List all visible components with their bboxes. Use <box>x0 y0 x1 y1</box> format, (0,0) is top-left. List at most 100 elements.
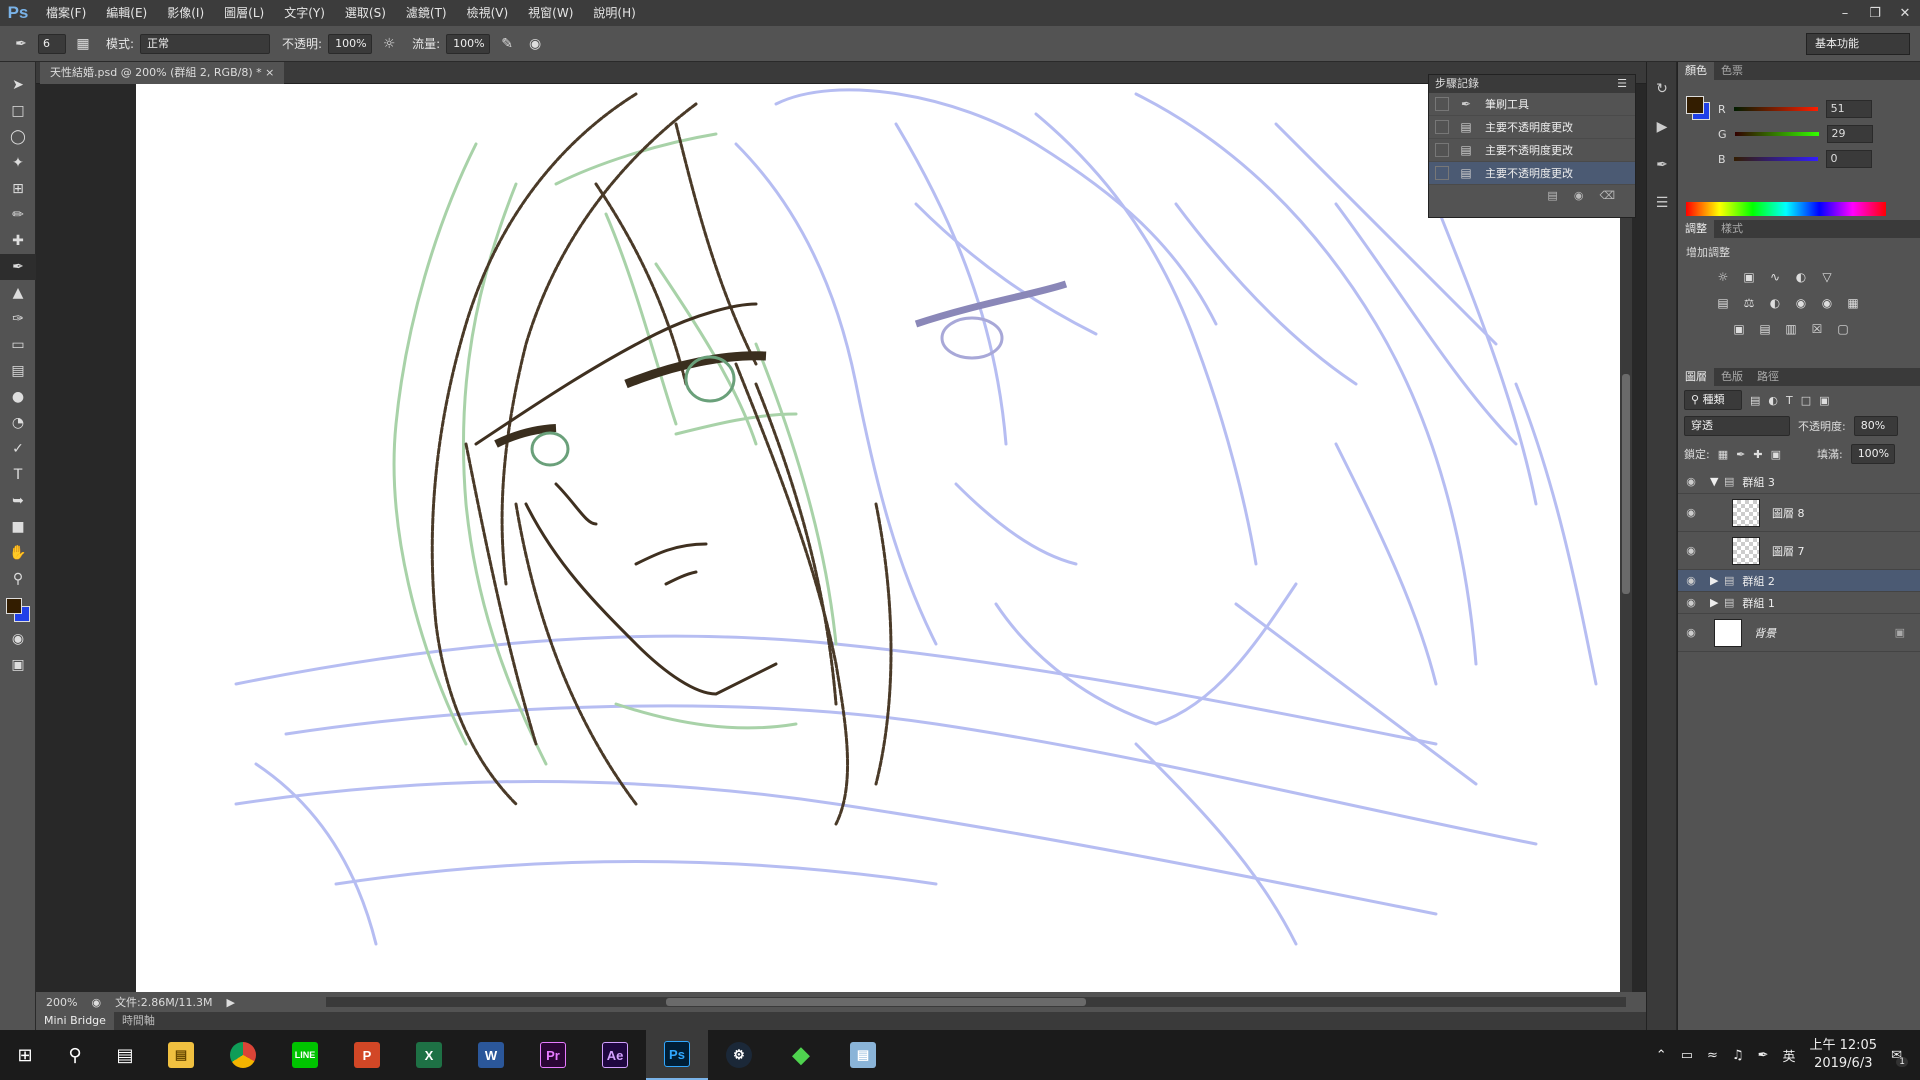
black-white-icon[interactable]: ◐ <box>1766 294 1784 312</box>
lasso-tool-icon[interactable]: ◯ <box>0 124 36 150</box>
premiere-icon[interactable]: Pr <box>522 1030 584 1080</box>
new-document-from-state-icon[interactable]: ▤ <box>1547 189 1557 202</box>
trash-icon[interactable]: ⌫ <box>1599 189 1615 202</box>
search-icon[interactable]: ⚲ <box>50 1030 100 1080</box>
history-snapshot-check[interactable] <box>1435 97 1449 111</box>
photo-filter-icon[interactable]: ◉ <box>1792 294 1810 312</box>
tab-layers[interactable]: 圖層 <box>1678 368 1714 386</box>
history-snapshot-check[interactable] <box>1435 143 1449 157</box>
eye-icon[interactable]: ◉ <box>1678 574 1704 587</box>
layer-filter-select[interactable]: ⚲ 種類 <box>1684 390 1742 410</box>
doc-info-icon[interactable]: ◉ <box>91 996 101 1009</box>
move-tool-icon[interactable]: ➤ <box>0 72 36 98</box>
lock-position-icon[interactable]: ✚ <box>1753 448 1762 461</box>
tab-timeline[interactable]: 時間軸 <box>114 1012 163 1030</box>
workspace-select[interactable]: 基本功能 <box>1806 33 1910 55</box>
channel-mixer-icon[interactable]: ◉ <box>1818 294 1836 312</box>
line-icon[interactable]: LINE <box>274 1030 336 1080</box>
marquee-tool-icon[interactable]: □ <box>0 98 36 124</box>
tab-styles[interactable]: 樣式 <box>1714 220 1750 238</box>
blue-slider[interactable] <box>1733 157 1818 161</box>
shape-tool-icon[interactable]: ■ <box>0 514 36 540</box>
menu-select[interactable]: 選取(S) <box>335 0 396 26</box>
color-lookup-icon[interactable]: ▦ <box>1844 294 1862 312</box>
menu-help[interactable]: 說明(H) <box>583 0 645 26</box>
filter-pixel-icon[interactable]: ▤ <box>1750 394 1760 407</box>
horizontal-scroll-thumb[interactable] <box>666 998 1086 1006</box>
opacity-field[interactable]: 100% <box>328 33 373 54</box>
pen-tool-icon[interactable]: ✓ <box>0 436 36 462</box>
brush-preset-icon[interactable]: ✒ <box>10 33 32 55</box>
zoom-tool-icon[interactable]: ⚲ <box>0 566 36 592</box>
eraser-icon[interactable]: ▭ <box>0 332 36 358</box>
file-explorer-icon[interactable]: ▤ <box>150 1030 212 1080</box>
layer-row-group1[interactable]: ◉ ▶ ▤ 群組 1 <box>1678 592 1920 614</box>
word-icon[interactable]: W <box>460 1030 522 1080</box>
vertical-scrollbar[interactable] <box>1620 84 1632 992</box>
selective-color-icon[interactable]: ☒ <box>1808 320 1826 338</box>
drawing-canvas[interactable] <box>136 84 1620 992</box>
path-select-icon[interactable]: ➥ <box>0 488 36 514</box>
filter-smart-icon[interactable]: ▣ <box>1819 394 1829 407</box>
curves-icon[interactable]: ∿ <box>1766 268 1784 286</box>
after-effects-icon[interactable]: Ae <box>584 1030 646 1080</box>
history-item-selected[interactable]: ▤ 主要不透明度更改 <box>1429 162 1635 185</box>
tab-swatches[interactable]: 色票 <box>1714 62 1750 80</box>
clock[interactable]: 上午 12:05 2019/6/3 <box>1809 1037 1877 1073</box>
brush-panel-icon[interactable]: ▦ <box>72 33 94 55</box>
history-snapshot-check[interactable] <box>1435 120 1449 134</box>
actions-panel-icon[interactable]: ▶ <box>1647 108 1677 146</box>
mode-select[interactable]: 正常 <box>140 33 271 54</box>
dodge-icon[interactable]: ◔ <box>0 410 36 436</box>
tab-channels[interactable]: 色版 <box>1714 368 1750 386</box>
menu-type[interactable]: 文字(Y) <box>274 0 335 26</box>
lock-pixels-icon[interactable]: ✒ <box>1736 448 1745 461</box>
layer-row-background[interactable]: ◉ 背景 ▣ <box>1678 614 1920 652</box>
foreground-color-swatch[interactable] <box>6 598 22 614</box>
photoshop-icon[interactable]: Ps <box>646 1030 708 1080</box>
green-slider[interactable] <box>1734 132 1819 136</box>
crop-tool-icon[interactable]: ⊞ <box>0 176 36 202</box>
pressure-size-icon[interactable]: ◉ <box>524 33 546 55</box>
invert-icon[interactable]: ▣ <box>1730 320 1748 338</box>
start-windows-icon[interactable]: ⊞ <box>0 1030 50 1080</box>
color-spectrum-bar[interactable] <box>1686 202 1886 216</box>
red-slider[interactable] <box>1733 107 1818 111</box>
zoom-level[interactable]: 200% <box>46 996 77 1009</box>
vibrance-icon[interactable]: ▽ <box>1818 268 1836 286</box>
airbrush-icon[interactable]: ✎ <box>496 33 518 55</box>
notification-icon[interactable]: ✉ 1 <box>1891 1048 1908 1067</box>
layer-row-layer8[interactable]: ◉ 圖層 8 <box>1678 494 1920 532</box>
ime-indicator[interactable]: 英 <box>1782 1046 1795 1065</box>
posterize-icon[interactable]: ▤ <box>1756 320 1774 338</box>
tab-paths[interactable]: 路徑 <box>1750 368 1786 386</box>
lock-transparent-icon[interactable]: ▦ <box>1718 448 1728 461</box>
menu-view[interactable]: 檢視(V) <box>457 0 519 26</box>
volume-icon[interactable]: ♫ <box>1732 1048 1744 1063</box>
layer-row-group2[interactable]: ◉ ▶ ▤ 群組 2 <box>1678 570 1920 592</box>
vertical-scroll-thumb[interactable] <box>1622 374 1630 594</box>
status-menu-arrow-icon[interactable]: ▶ <box>226 996 234 1009</box>
wifi-icon[interactable]: ≈ <box>1707 1048 1718 1063</box>
app-window-icon[interactable]: ▤ <box>832 1030 894 1080</box>
snapshot-camera-icon[interactable]: ◉ <box>1574 189 1584 202</box>
exposure-icon[interactable]: ◐ <box>1792 268 1810 286</box>
filter-shape-icon[interactable]: □ <box>1801 394 1811 407</box>
menu-edit[interactable]: 編輯(E) <box>96 0 157 26</box>
filter-adjust-icon[interactable]: ◐ <box>1768 394 1778 407</box>
type-tool-icon[interactable]: T <box>0 462 36 488</box>
history-brush-icon[interactable]: ✑ <box>0 306 36 332</box>
history-item[interactable]: ▤ 主要不透明度更改 <box>1429 116 1635 139</box>
tab-color[interactable]: 顏色 <box>1678 62 1714 80</box>
powerpoint-icon[interactable]: P <box>336 1030 398 1080</box>
excel-icon[interactable]: X <box>398 1030 460 1080</box>
menu-window[interactable]: 視窗(W) <box>518 0 583 26</box>
hand-tool-icon[interactable]: ✋ <box>0 540 36 566</box>
clone-stamp-icon[interactable]: ▲ <box>0 280 36 306</box>
blur-icon[interactable]: ● <box>0 384 36 410</box>
history-item[interactable]: ✒ 筆刷工具 <box>1429 93 1635 116</box>
pen-icon[interactable]: ✒ <box>1758 1048 1769 1063</box>
history-item[interactable]: ▤ 主要不透明度更改 <box>1429 139 1635 162</box>
minimize-icon[interactable]: – <box>1830 0 1860 26</box>
menu-file[interactable]: 檔案(F) <box>36 0 96 26</box>
